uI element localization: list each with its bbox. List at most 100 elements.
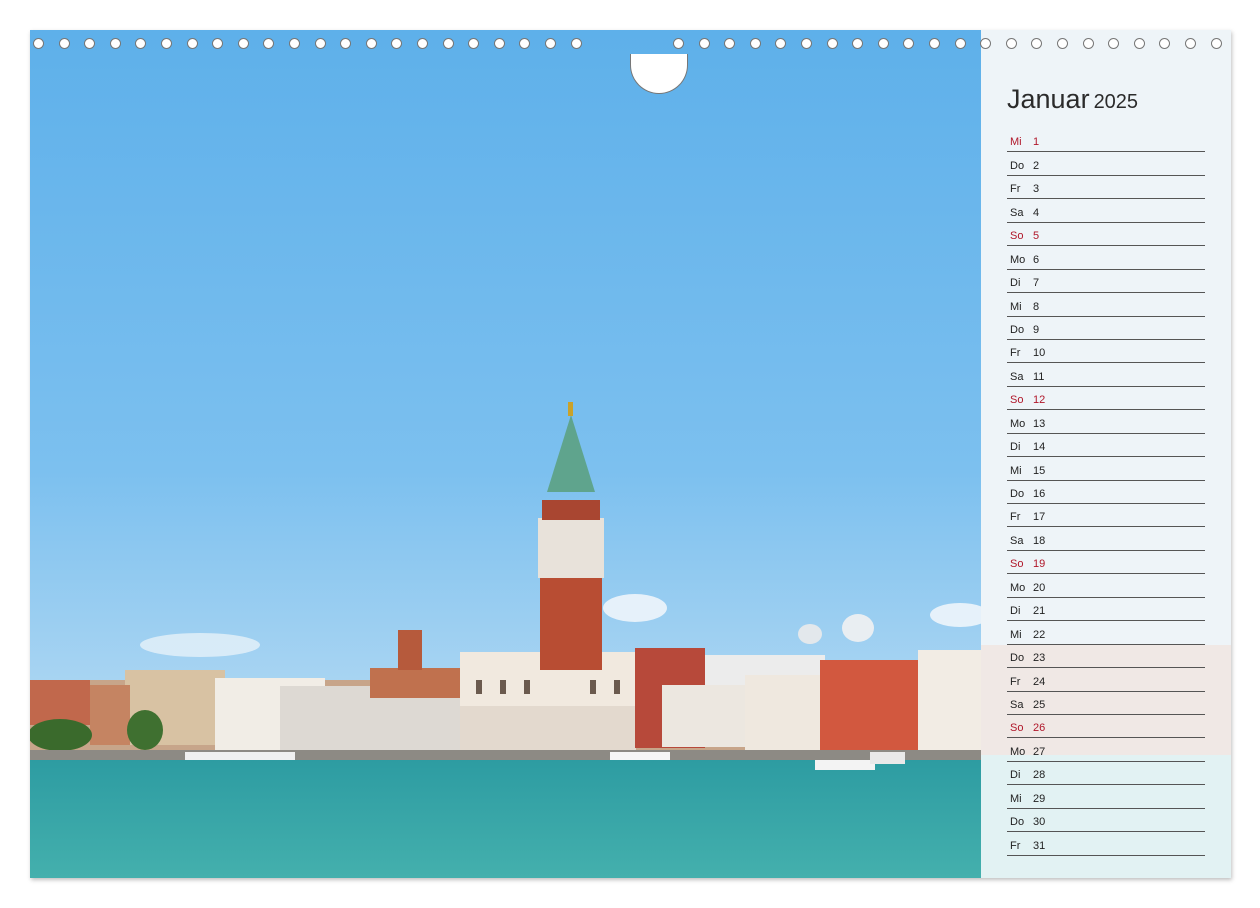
weekday-label: Fr [1010,675,1021,688]
day-number: 18 [1033,534,1046,547]
day-number: 29 [1033,792,1046,805]
weekday-label: Di [1010,605,1021,618]
day-row: Do 23 [1007,645,1205,669]
day-row: Di 7 [1007,270,1205,294]
binding-ring [161,38,172,49]
binding-ring [468,38,480,49]
month-title: Januar 2025 [1007,84,1138,115]
binding-ring [903,38,915,49]
day-row: Do 30 [1007,809,1205,833]
day-row: Di 21 [1007,598,1205,622]
day-number: 4 [1033,206,1040,219]
day-row: Fr 17 [1007,504,1205,528]
month-name: Januar [1007,84,1090,114]
day-number: 2 [1033,159,1040,172]
weekday-label: Do [1010,652,1025,665]
binding-ring [1210,38,1222,49]
weekday-label: Di [1010,277,1021,290]
calendar-panel: Januar 2025 Mi 1 Do 2 Fr 3 Sa 4 So 5 Mo 6 Di 7 Mi 8 Do 9 Fr… [981,30,1231,878]
binding-ring [1082,38,1094,49]
weekday-label: Mo [1010,581,1026,594]
weekday-label: Mo [1010,253,1026,266]
day-number: 10 [1033,347,1046,360]
binding-ring [570,38,582,49]
binding-ring [212,38,224,49]
binding-ring [314,38,326,49]
day-number: 16 [1033,488,1046,500]
weekday-label: Mi [1010,464,1022,477]
weekday-label: Sa [1010,206,1024,219]
weekday-label: Do [1010,159,1025,172]
day-number: 31 [1033,839,1046,852]
binding-ring [1108,38,1120,49]
day-number: 20 [1033,581,1046,594]
weekday-label: So [1010,230,1024,243]
day-number: 6 [1033,253,1040,266]
day-number: 24 [1033,675,1046,688]
weekday-label: Mi [1010,136,1022,149]
weekday-label: Fr [1010,183,1021,196]
binding-ring [852,38,864,49]
weekday-label: Do [1010,816,1025,829]
day-row: Mi 15 [1007,457,1205,481]
binding-ring [724,38,736,49]
weekday-label: Mi [1010,792,1022,805]
binding-ring [1031,38,1043,49]
binding-ring [417,38,428,49]
day-row: Mi 1 [1007,129,1205,153]
weekday-label: Di [1010,769,1021,782]
day-row: Sa 11 [1007,363,1205,387]
binding-ring [340,38,352,49]
day-number: 30 [1033,816,1046,829]
day-row: Do 9 [1007,317,1205,340]
day-number: 11 [1033,370,1045,383]
weekday-label: So [1010,394,1024,407]
binding-ring [442,38,454,49]
day-row: So 26 [1007,715,1205,739]
binding-ring [33,38,44,49]
binding-ring [775,38,787,49]
day-row: Di 14 [1007,434,1205,458]
day-number: 26 [1033,722,1046,735]
weekday-label: Do [1010,323,1025,336]
day-number: 28 [1033,769,1046,782]
day-number: 13 [1033,417,1046,430]
binding-ring [1005,38,1017,49]
day-row: Di 28 [1007,762,1205,786]
venice-photo [30,30,981,878]
binding-ring [801,38,812,49]
binding-ring [877,38,889,49]
binding-ring [365,38,377,49]
binding-ring [1133,38,1145,49]
day-row: Mo 13 [1007,410,1205,434]
weekday-label: Mi [1010,628,1022,641]
day-row: So 5 [1007,223,1205,247]
day-number: 14 [1033,441,1046,454]
day-row: So 19 [1007,551,1205,575]
day-row: Sa 25 [1007,692,1205,715]
weekday-label: Sa [1010,698,1024,711]
binding-ring [289,38,300,49]
spiral-binding [30,36,1231,94]
day-number: 25 [1033,698,1046,711]
binding-ring [135,38,147,49]
weekday-label: Mo [1010,417,1026,430]
day-number: 21 [1033,605,1046,618]
binding-ring [980,38,992,49]
day-row: Do 2 [1007,152,1205,176]
weekday-label: Di [1010,441,1021,454]
calendar-page: Januar 2025 Mi 1 Do 2 Fr 3 Sa 4 So 5 Mo 6 Di 7 Mi 8 Do 9 Fr… [30,30,1231,878]
weekday-label: Sa [1010,534,1024,547]
binding-ring [186,38,198,49]
day-row: So 12 [1007,387,1205,411]
binding-ring [109,38,121,49]
day-row: Do 16 [1007,481,1205,504]
day-list: Mi 1 Do 2 Fr 3 Sa 4 So 5 Mo 6 Di 7 Mi 8 Do 9 Fr 10 Sa 11 So 12 M… [1007,129,1205,856]
day-number: 12 [1033,394,1046,407]
binding-ring [263,38,275,49]
day-row: Sa 18 [1007,527,1205,551]
day-row: Fr 24 [1007,668,1205,692]
binding-ring [673,38,684,49]
weekday-label: So [1010,558,1024,571]
day-number: 1 [1033,136,1040,149]
